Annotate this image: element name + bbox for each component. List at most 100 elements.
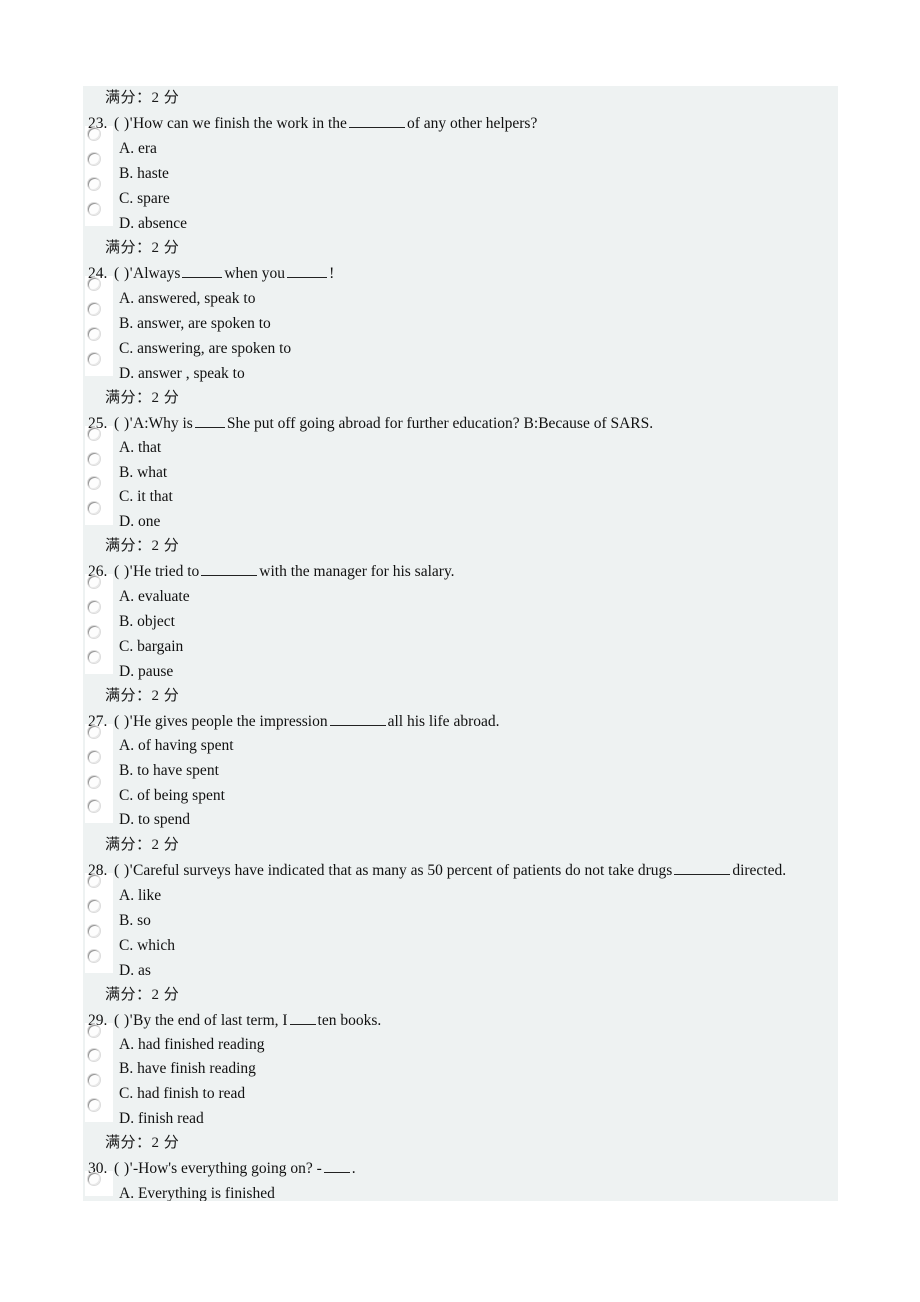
- radio-button-icon[interactable]: [88, 178, 100, 190]
- option-row[interactable]: C. which: [83, 922, 838, 958]
- question-text-before: A:Why is: [133, 415, 193, 432]
- question-text-after: when you: [224, 265, 286, 282]
- option-label: A. Everything is finished: [119, 1185, 275, 1201]
- option-row[interactable]: A. that: [83, 426, 838, 461]
- question-text-after: all his life abroad.: [387, 713, 500, 731]
- radio-button-icon[interactable]: [88, 924, 100, 937]
- question-text-after: directed.: [732, 861, 787, 879]
- score-label-24: 满分：2 分: [105, 240, 180, 256]
- question-marker: ( )': [114, 1011, 133, 1029]
- option-label: D. pause: [119, 663, 174, 681]
- option-label: C. had finish to read: [119, 1084, 246, 1102]
- option-label: D. finish read: [119, 1109, 204, 1127]
- option-row[interactable]: A. evaluate: [83, 574, 838, 609]
- option-label: A. answered, speak to: [119, 290, 256, 307]
- option-row[interactable]: D. one: [83, 499, 838, 535]
- radio-button-icon[interactable]: [88, 452, 100, 465]
- radio-button-icon[interactable]: [88, 203, 100, 215]
- option-row[interactable]: B. have finish reading: [83, 1047, 838, 1082]
- score-label-25: 满分：2 分: [105, 390, 180, 406]
- question-stem-30: 30.( )'-How's everything going on? -.: [83, 1156, 838, 1181]
- question-text-after: with the manager for his salary.: [259, 563, 455, 581]
- question-text-before: Careful surveys have indicated that as m…: [133, 861, 673, 879]
- option-row[interactable]: B. so: [83, 897, 838, 933]
- option-row[interactable]: C. bargain: [83, 624, 838, 659]
- option-row[interactable]: D. pause: [83, 649, 838, 684]
- score-label-23: 满分：2 分: [105, 90, 180, 106]
- option-row[interactable]: A. like: [83, 872, 838, 908]
- radio-button-icon[interactable]: [88, 1098, 100, 1111]
- question-stem-29: 29.( )'By the end of last term, Iten boo…: [83, 1008, 838, 1033]
- option-row[interactable]: C. had finish to read: [83, 1071, 838, 1107]
- radio-button-icon[interactable]: [88, 303, 100, 315]
- option-row[interactable]: C. it that: [83, 475, 838, 510]
- answer-blank-2: [287, 264, 328, 278]
- question-text-before: By the end of last term, I: [133, 1011, 288, 1029]
- question-marker: ( )': [114, 265, 133, 282]
- answer-blank: [329, 712, 386, 727]
- option-row[interactable]: D. answer , speak to: [83, 351, 838, 386]
- question-stem-26: 26.( )'He tried to with the manager for h…: [83, 559, 838, 584]
- question-block-25: 满分：2 分 25.( )'A:Why is She put off going …: [83, 386, 838, 534]
- option-row[interactable]: A. Everything is finished: [83, 1171, 838, 1201]
- question-marker: ( )': [114, 115, 133, 132]
- question-text-after: She put off going abroad for further edu…: [226, 415, 654, 432]
- question-text-after: of any other helpers?: [406, 115, 538, 132]
- question-marker: ( )': [114, 861, 133, 879]
- question-block-30: 满分：2 分 30.( )'-How's everything going on…: [83, 1131, 838, 1201]
- question-stem-25: 25.( )'A:Why is She put off going abroad …: [83, 411, 838, 436]
- radio-button-icon[interactable]: [88, 328, 100, 340]
- radio-button-icon[interactable]: [88, 899, 100, 912]
- option-row[interactable]: B. object: [83, 599, 838, 634]
- option-row[interactable]: D. as: [83, 947, 838, 983]
- option-row[interactable]: A. answered, speak to: [83, 276, 838, 311]
- answer-blank: [323, 1159, 350, 1174]
- question-text-before: He gives people the impression: [133, 713, 328, 731]
- option-label: B. have finish reading: [119, 1060, 256, 1078]
- radio-button-icon[interactable]: [88, 1024, 100, 1037]
- option-row[interactable]: B. answer, are spoken to: [83, 301, 838, 336]
- score-label-28: 满分：2 分: [105, 836, 180, 853]
- option-row[interactable]: A. era: [83, 126, 838, 161]
- answer-blank: [182, 264, 223, 278]
- radio-button-icon[interactable]: [88, 278, 100, 290]
- radio-button-icon[interactable]: [88, 1073, 100, 1086]
- option-row[interactable]: B. what: [83, 450, 838, 486]
- option-row[interactable]: D. to spend: [83, 798, 838, 833]
- radio-button-icon[interactable]: [88, 750, 100, 763]
- question-text-after: .: [351, 1160, 356, 1178]
- radio-button-icon[interactable]: [88, 428, 100, 440]
- score-label-29: 满分：2 分: [105, 986, 180, 1003]
- option-row[interactable]: C. answering, are spoken to: [83, 326, 838, 361]
- radio-button-icon[interactable]: [88, 874, 100, 887]
- score-label-27: 满分：2 分: [105, 688, 180, 705]
- question-marker: ( )': [114, 713, 133, 731]
- radio-button-icon[interactable]: [88, 501, 100, 514]
- option-row[interactable]: B. to have spent: [83, 748, 838, 784]
- answer-blank: [674, 861, 731, 875]
- option-row[interactable]: A. of having spent: [83, 724, 838, 759]
- radio-button-icon[interactable]: [88, 775, 100, 788]
- option-label: D. absence: [119, 215, 187, 232]
- question-stem-27: 27.( )'He gives people the impression all…: [83, 709, 838, 734]
- option-row[interactable]: C. of being spent: [83, 773, 838, 809]
- question-text-tail: !: [329, 265, 335, 282]
- option-row[interactable]: D. finish read: [83, 1096, 838, 1132]
- question-stem-23: 23.( )'How can we finish the work in the…: [83, 111, 838, 136]
- option-label: B. to have spent: [119, 761, 219, 779]
- radio-button-icon[interactable]: [88, 353, 100, 365]
- option-row[interactable]: B. haste: [83, 151, 838, 186]
- option-label: C. of being spent: [119, 786, 225, 804]
- question-marker: ( )': [114, 1160, 133, 1178]
- question-text-after: ten books.: [317, 1011, 382, 1029]
- option-label: D. to spend: [119, 811, 191, 829]
- option-row[interactable]: A. had finished reading: [83, 1022, 838, 1058]
- option-row[interactable]: C. spare: [83, 176, 838, 211]
- radio-button-icon[interactable]: [88, 128, 100, 140]
- option-row[interactable]: D. absence: [83, 201, 838, 236]
- question-block-23: 满分：2 分 23.( )'How can we finish the work…: [83, 86, 838, 236]
- question-stem-28: 28.( )'Careful surveys have indicated th…: [83, 858, 838, 883]
- question-block-27: 满分：2 分 27.( )'He gives people the impres…: [83, 684, 838, 832]
- radio-button-icon[interactable]: [88, 949, 100, 962]
- radio-button-icon[interactable]: [88, 153, 100, 165]
